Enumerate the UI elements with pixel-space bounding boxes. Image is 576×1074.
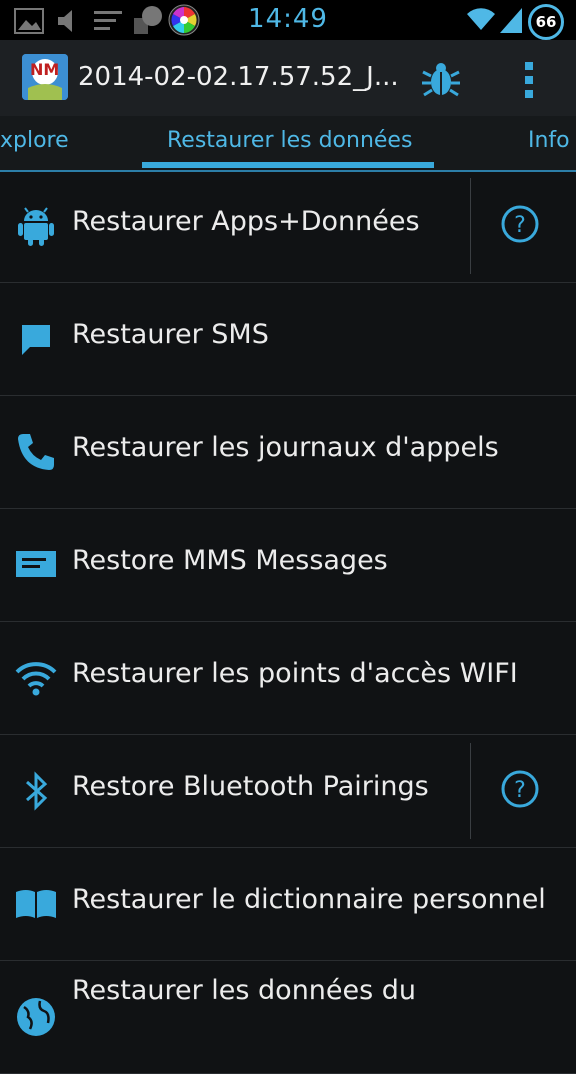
phone-icon [18,434,54,470]
list-item-restore-apps[interactable]: Restaurer Apps+Données ? [0,170,576,283]
list-item-label: Restore MMS Messages [72,545,388,576]
signal-icon [500,8,522,33]
mms-icon [16,551,56,577]
list-item-restore-bluetooth[interactable]: Restore Bluetooth Pairings ? [0,735,576,848]
globe-icon [17,998,55,1036]
list-item-label: Restore Bluetooth Pairings [72,771,429,802]
list-item-label: Restaurer le dictionnaire personnel [72,884,546,915]
app-logo-text: NM [30,60,60,79]
battery-icon: 66 [528,4,564,40]
tab-restore-data[interactable]: Restaurer les données [167,128,412,153]
wifi-icon [467,8,495,30]
divider [470,178,471,274]
divider [470,743,471,839]
status-bar: 14:49 66 [0,0,576,40]
list-item-restore-sms[interactable]: Restaurer SMS [0,283,576,396]
list-item-restore-wifi[interactable]: Restaurer les points d'accès WIFI [0,622,576,735]
bug-icon[interactable] [420,58,462,100]
help-icon[interactable]: ? [500,769,540,809]
list-item-restore-browser-data[interactable]: Restaurer les données du [0,961,576,1074]
tab-explore[interactable]: xplore [0,128,69,153]
list-item-label: Restaurer Apps+Données [72,206,420,237]
sms-icon [22,325,50,355]
svg-text:?: ? [514,778,526,803]
svg-text:?: ? [514,213,526,238]
list-item-label: Restaurer les données du [72,975,417,1006]
help-icon[interactable]: ? [500,204,540,244]
list-item-restore-call-logs[interactable]: Restaurer les journaux d'appels [0,396,576,509]
app-logo[interactable]: NM [22,54,68,100]
tab-selected-indicator [142,162,434,168]
battery-level: 66 [535,13,557,31]
bluetooth-icon [26,771,48,811]
tab-strip: xplore Restaurer les données Info [0,116,576,172]
action-bar: NM 2014-02-02.17.57.52_J... [0,40,576,116]
list-item-restore-dictionary[interactable]: Restaurer le dictionnaire personnel [0,848,576,961]
overflow-menu-icon[interactable] [514,60,544,100]
wifi-icon [15,662,57,696]
list-item-label: Restaurer SMS [72,319,269,350]
book-icon [16,890,56,918]
list-item-restore-mms[interactable]: Restore MMS Messages [0,509,576,622]
restore-options-list: Restaurer Apps+Données ? Restaurer SMS R… [0,170,576,1074]
app-title: 2014-02-02.17.57.52_J... [78,62,399,92]
list-item-label: Restaurer les journaux d'appels [72,432,499,463]
list-item-label: Restaurer les points d'accès WIFI [72,658,518,689]
tab-info[interactable]: Info [528,128,570,153]
android-icon [18,207,54,246]
